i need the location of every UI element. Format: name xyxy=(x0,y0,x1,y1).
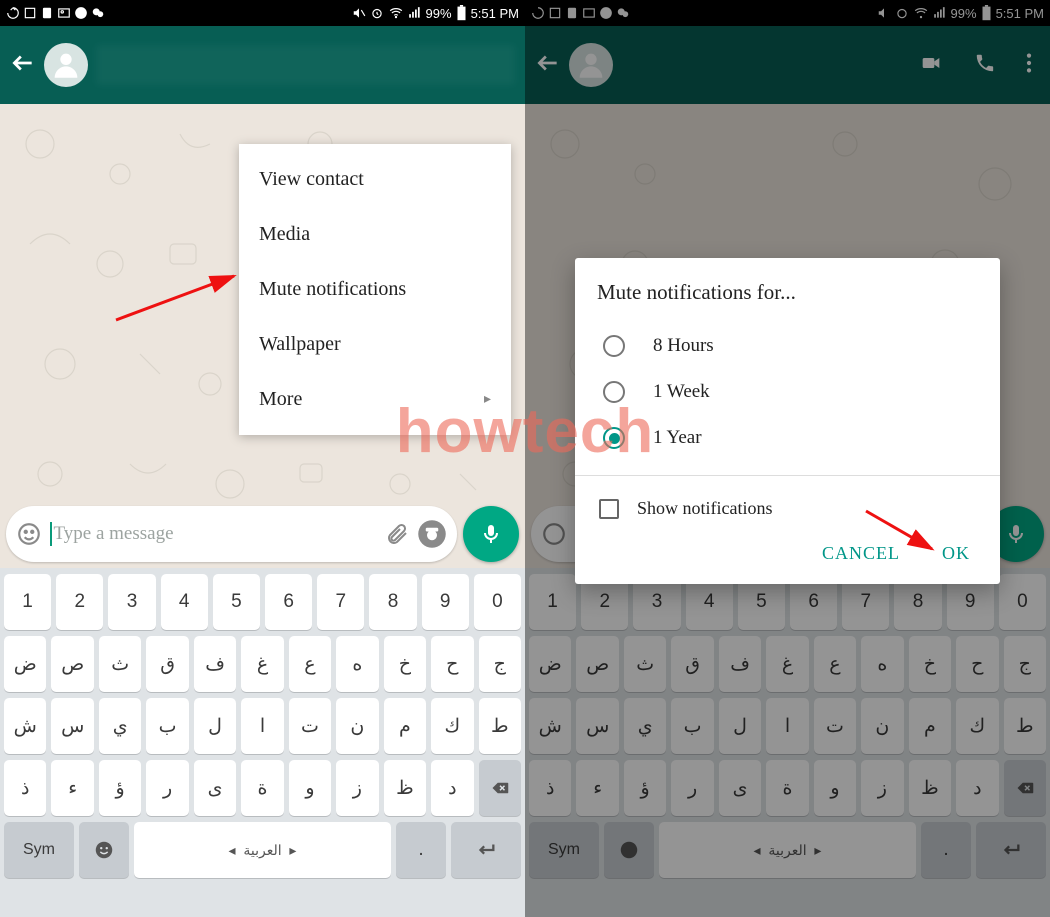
chat-header xyxy=(0,26,525,104)
key[interactable]: ت xyxy=(289,698,331,754)
message-placeholder: Type a message xyxy=(50,522,377,546)
emoji-icon[interactable] xyxy=(16,521,42,547)
kbd-row-bottom: Sym ◂ العربية ▸ . xyxy=(4,822,521,878)
camera-icon[interactable] xyxy=(417,519,447,549)
key[interactable]: ؤ xyxy=(99,760,141,816)
key[interactable]: ف xyxy=(194,636,236,692)
key[interactable]: ص xyxy=(51,636,93,692)
key-backspace[interactable] xyxy=(479,760,521,816)
radio-8-hours[interactable]: 8 Hours xyxy=(597,323,978,369)
key[interactable]: 9 xyxy=(422,574,469,630)
battery-icon xyxy=(456,5,467,21)
key[interactable]: ح xyxy=(431,636,473,692)
chat-body: View contact Media Mute notifications Wa… xyxy=(0,104,525,568)
key[interactable]: 0 xyxy=(474,574,521,630)
message-input[interactable]: Type a message xyxy=(6,506,457,562)
screen-left: 99% 5:51 PM xyxy=(0,0,525,917)
key[interactable]: ط xyxy=(479,698,521,754)
gallery-icon xyxy=(57,6,71,20)
cancel-button[interactable]: CANCEL xyxy=(822,543,900,564)
key[interactable]: ز xyxy=(336,760,378,816)
kbd-row-3: شسيبلاتنمكط xyxy=(4,698,521,754)
mute-dialog: Mute notifications for... 8 Hours 1 Week… xyxy=(575,258,1000,584)
key-settings[interactable] xyxy=(79,822,129,878)
key[interactable]: ض xyxy=(4,636,46,692)
show-notifications-checkbox[interactable]: Show notifications xyxy=(597,492,978,525)
mic-button[interactable] xyxy=(463,506,519,562)
key-enter[interactable] xyxy=(451,822,521,878)
key[interactable]: ب xyxy=(146,698,188,754)
key[interactable]: غ xyxy=(241,636,283,692)
key[interactable]: ظ xyxy=(384,760,426,816)
contact-name-blurred[interactable] xyxy=(96,45,515,85)
menu-view-contact[interactable]: View contact xyxy=(239,152,511,207)
key[interactable]: ذ xyxy=(4,760,46,816)
radio-1-year[interactable]: 1 Year xyxy=(597,415,978,461)
key[interactable]: ه xyxy=(336,636,378,692)
key[interactable]: ك xyxy=(431,698,473,754)
key[interactable]: ن xyxy=(336,698,378,754)
key[interactable]: م xyxy=(384,698,426,754)
key[interactable]: 5 xyxy=(213,574,260,630)
key-sym[interactable]: Sym xyxy=(4,822,74,878)
divider xyxy=(575,475,1000,476)
key[interactable]: ة xyxy=(241,760,283,816)
kbd-row-2: ضصثقفغعهخحج xyxy=(4,636,521,692)
key[interactable]: د xyxy=(431,760,473,816)
key[interactable]: ش xyxy=(4,698,46,754)
key[interactable]: 4 xyxy=(161,574,208,630)
key-dot[interactable]: . xyxy=(396,822,446,878)
battery-text: 99% xyxy=(426,6,452,21)
menu-wallpaper[interactable]: Wallpaper xyxy=(239,317,511,372)
ok-button[interactable]: OK xyxy=(942,543,970,564)
status-bar: 99% 5:51 PM xyxy=(0,0,525,26)
wifi-icon xyxy=(388,6,404,20)
key[interactable]: 8 xyxy=(369,574,416,630)
menu-mute-notifications[interactable]: Mute notifications xyxy=(239,262,511,317)
attach-icon[interactable] xyxy=(385,522,409,546)
key[interactable]: ى xyxy=(194,760,236,816)
key[interactable]: ي xyxy=(99,698,141,754)
menu-more[interactable]: More▸ xyxy=(239,372,511,427)
kbd-row-numbers: 1234567890 xyxy=(4,574,521,630)
alarm-icon xyxy=(370,6,384,20)
key[interactable]: 7 xyxy=(317,574,364,630)
key[interactable]: 1 xyxy=(4,574,51,630)
key[interactable]: ر xyxy=(146,760,188,816)
notif-icon xyxy=(40,6,54,20)
key[interactable]: 3 xyxy=(108,574,155,630)
key[interactable]: س xyxy=(51,698,93,754)
sync-icon xyxy=(6,6,20,20)
keyboard: 1234567890 ضصثقفغعهخحج شسيبلاتنمكط ذءؤرى… xyxy=(0,568,525,917)
avatar[interactable] xyxy=(44,43,88,87)
key-space[interactable]: ◂ العربية ▸ xyxy=(134,822,391,878)
signal-icon xyxy=(408,6,422,20)
key[interactable]: ث xyxy=(99,636,141,692)
chat-input-bar: Type a message xyxy=(6,506,519,562)
overflow-menu: View contact Media Mute notifications Wa… xyxy=(239,144,511,435)
clock-text: 5:51 PM xyxy=(471,6,519,21)
screen-right: 99% 5:51 PM xyxy=(525,0,1050,917)
back-icon[interactable] xyxy=(10,50,36,81)
key[interactable]: ء xyxy=(51,760,93,816)
key[interactable]: ج xyxy=(479,636,521,692)
key[interactable]: و xyxy=(289,760,331,816)
whatsapp-icon xyxy=(74,6,88,20)
dialog-title: Mute notifications for... xyxy=(597,280,978,305)
key[interactable]: 2 xyxy=(56,574,103,630)
mute-icon xyxy=(352,6,366,20)
chevron-right-icon: ▸ xyxy=(484,391,491,408)
screenshot-icon xyxy=(23,6,37,20)
key[interactable]: خ xyxy=(384,636,426,692)
kbd-row-4: ذءؤرىةوزظد xyxy=(4,760,521,816)
key[interactable]: ق xyxy=(146,636,188,692)
key[interactable]: ا xyxy=(241,698,283,754)
key[interactable]: 6 xyxy=(265,574,312,630)
key[interactable]: ع xyxy=(289,636,331,692)
key[interactable]: ل xyxy=(194,698,236,754)
menu-media[interactable]: Media xyxy=(239,207,511,262)
radio-1-week[interactable]: 1 Week xyxy=(597,369,978,415)
wechat-icon xyxy=(91,6,105,20)
